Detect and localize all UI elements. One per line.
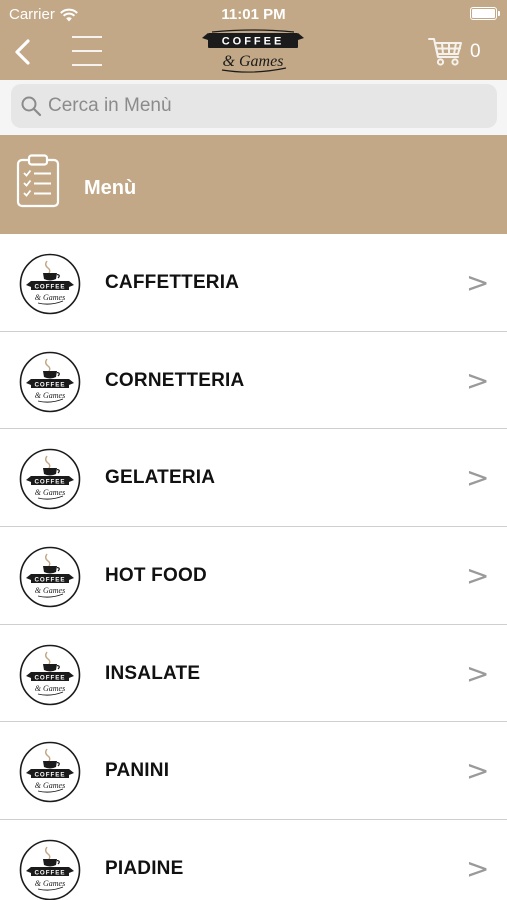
top-bar: Carrier 11:01 PM COFFEE & Games 0 <box>0 0 507 80</box>
menu-section-header: Menù <box>0 135 507 234</box>
status-bar: Carrier 11:01 PM <box>0 0 507 28</box>
category-row-piadine[interactable]: COFFEE & Games PIADINE > <box>0 820 507 900</box>
hamburger-icon <box>72 36 102 38</box>
cart-button[interactable] <box>428 36 464 68</box>
category-row-gelateria[interactable]: COFFEE & Games GELATERIA > <box>0 429 507 528</box>
svg-text:COFFEE: COFFEE <box>34 870 65 877</box>
svg-text:& Games: & Games <box>35 781 65 790</box>
svg-text:COFFEE: COFFEE <box>34 479 65 486</box>
category-label: PIADINE <box>105 858 184 880</box>
svg-text:COFFEE: COFFEE <box>222 36 285 48</box>
category-row-panini[interactable]: COFFEE & Games PANINI > <box>0 722 507 821</box>
chevron-right-icon: > <box>466 266 490 299</box>
coffee-and-games-logo-icon: COFFEE & Games <box>19 253 81 315</box>
svg-text:& Games: & Games <box>35 586 65 595</box>
battery-level <box>472 9 495 18</box>
chevron-right-icon: > <box>466 559 490 593</box>
category-label: CORNETTERIA <box>105 369 245 391</box>
chevron-left-icon <box>15 39 30 65</box>
back-button[interactable] <box>12 38 34 66</box>
app-screen: Carrier 11:01 PM COFFEE & Games 0 Cerca … <box>0 0 507 900</box>
chevron-right-icon: > <box>466 363 490 397</box>
svg-text:& Games: & Games <box>35 879 65 888</box>
svg-text:COFFEE: COFFEE <box>34 283 65 290</box>
coffee-and-games-logo-icon: COFFEE & Games <box>19 644 81 706</box>
chevron-right-icon: > <box>466 656 490 690</box>
svg-text:COFFEE: COFFEE <box>34 381 65 388</box>
coffee-and-games-logo-icon: COFFEE & Games <box>19 449 81 510</box>
clipboard-checklist-icon <box>16 154 60 208</box>
coffee-and-games-logo-icon: COFFEE & Games <box>19 839 81 900</box>
svg-text:COFFEE: COFFEE <box>34 674 65 681</box>
coffee-and-games-logo-icon: COFFEE & Games <box>19 546 81 608</box>
category-label: PANINI <box>105 760 170 782</box>
svg-text:& Games: & Games <box>35 684 65 693</box>
chevron-right-icon: > <box>466 852 490 886</box>
svg-text:& Games: & Games <box>223 53 284 70</box>
category-row-caffetteria[interactable]: COFFEE & Games CAFFETTERIA > <box>0 234 507 332</box>
category-row-hot-food[interactable]: COFFEE & Games HOT FOOD > <box>0 527 507 625</box>
cart-count: 0 <box>470 41 481 62</box>
svg-text:COFFEE: COFFEE <box>34 576 65 583</box>
coffee-and-games-logo: COFFEE & Games <box>202 29 304 73</box>
section-title: Menù <box>84 177 137 199</box>
battery-icon <box>470 7 500 20</box>
svg-text:& Games: & Games <box>35 293 65 302</box>
hamburger-menu-button[interactable] <box>72 35 102 67</box>
search-input[interactable] <box>48 95 468 117</box>
search-bar <box>0 80 507 135</box>
category-label: HOT FOOD <box>105 565 207 587</box>
category-label: GELATERIA <box>105 467 216 489</box>
category-row-cornetteria[interactable]: COFFEE & Games CORNETTERIA > <box>0 331 507 430</box>
search-field[interactable] <box>11 84 497 128</box>
svg-text:COFFEE: COFFEE <box>34 772 65 779</box>
coffee-and-games-logo-icon: COFFEE & Games <box>19 351 81 412</box>
category-label: CAFFETTERIA <box>105 272 240 293</box>
chevron-right-icon: > <box>466 461 490 495</box>
svg-text:& Games: & Games <box>35 488 65 497</box>
category-list: COFFEE & Games CAFFETTERIA > COFFEE & Ga… <box>0 234 507 900</box>
search-icon <box>21 96 42 117</box>
chevron-right-icon: > <box>466 754 490 788</box>
category-row-insalate[interactable]: COFFEE & Games INSALATE > <box>0 624 507 723</box>
coffee-and-games-logo-icon: COFFEE & Games <box>19 742 81 803</box>
svg-text:& Games: & Games <box>35 391 65 400</box>
status-time: 11:01 PM <box>221 6 286 23</box>
category-label: INSALATE <box>105 662 201 684</box>
cart-icon <box>428 38 462 66</box>
